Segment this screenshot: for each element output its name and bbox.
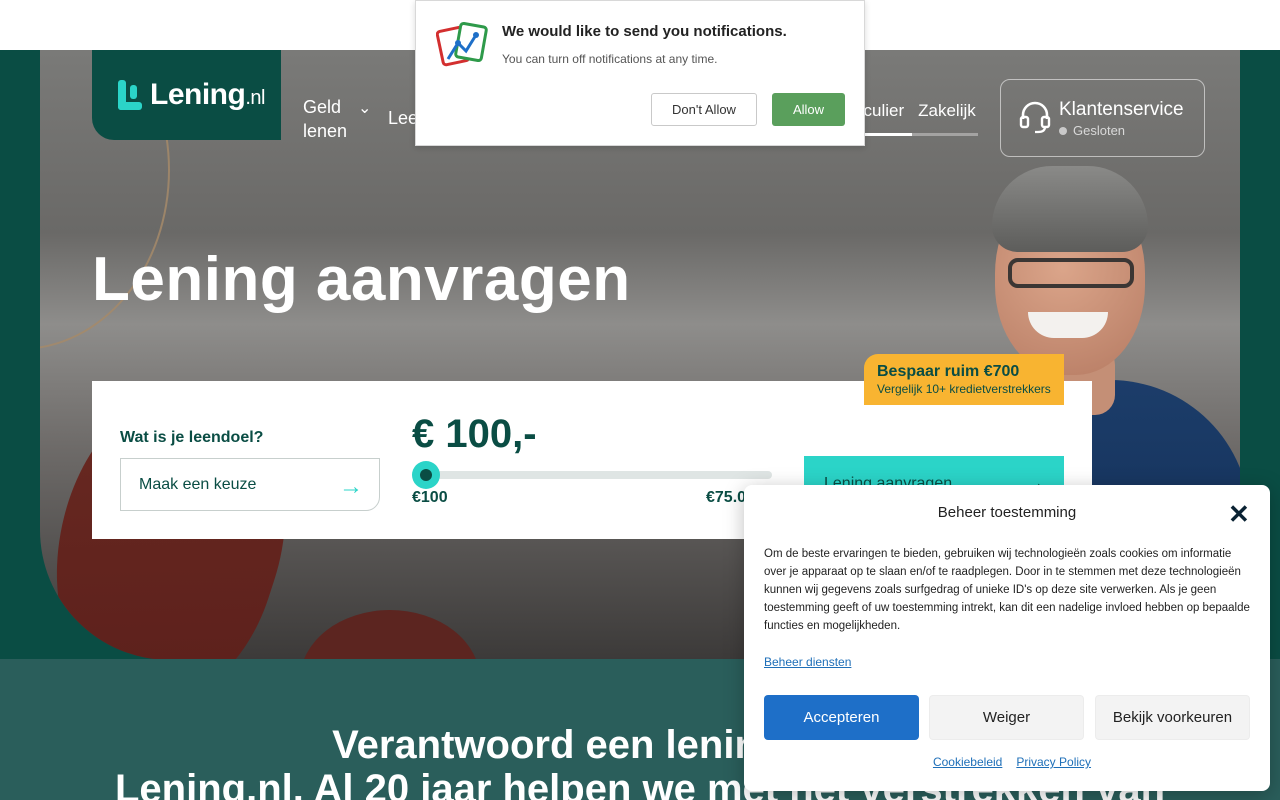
service-status: Gesloten: [1059, 123, 1125, 138]
segment-switch: ticulier Zakelijk: [855, 101, 976, 121]
page-title: Lening aanvragen: [92, 245, 631, 314]
customer-service-button[interactable]: Klantenservice Gesloten: [1000, 79, 1205, 157]
logo-text: Lening.nl: [150, 78, 265, 111]
cookie-policy-link[interactable]: Cookiebeleid: [933, 755, 1002, 769]
amount-display: € 100,-: [412, 412, 537, 456]
cookie-consent-dialog: Beheer toestemming ✕ Om de beste ervarin…: [744, 485, 1270, 791]
dont-allow-button[interactable]: Don't Allow: [651, 93, 757, 126]
logo-icon: [118, 80, 144, 110]
headset-icon: [1019, 101, 1051, 134]
deny-button[interactable]: Weiger: [929, 695, 1084, 740]
close-icon[interactable]: ✕: [1228, 499, 1250, 530]
amount-slider-track[interactable]: [412, 471, 772, 479]
chevron-down-icon[interactable]: ⌄: [358, 98, 371, 118]
amount-slider-handle[interactable]: [412, 461, 440, 489]
segment-zakelijk[interactable]: Zakelijk: [918, 101, 976, 121]
goal-select[interactable]: Maak een keuze →: [120, 458, 380, 511]
accept-button[interactable]: Accepteren: [764, 695, 919, 740]
nav-geld-lenen[interactable]: Geld lenen: [303, 95, 355, 143]
arrow-right-icon: →: [339, 473, 363, 500]
notification-title: We would like to send you notifications.: [502, 23, 787, 40]
status-dot-icon: [1059, 126, 1067, 135]
cookie-body: Om de beste ervaringen te bieden, gebrui…: [764, 548, 1250, 632]
notification-app-icon: [436, 21, 488, 67]
decorative-ball-secondary: [300, 610, 480, 660]
manage-services-link[interactable]: Beheer diensten: [764, 655, 851, 669]
cookie-footer-links: Cookiebeleid Privacy Policy: [744, 755, 1270, 769]
cookie-title: Beheer toestemming: [937, 504, 1077, 521]
savings-badge: Bespaar ruim €700 Vergelijk 10+ kredietv…: [864, 354, 1064, 405]
privacy-policy-link[interactable]: Privacy Policy: [1016, 755, 1091, 769]
service-title: Klantenservice: [1059, 99, 1184, 120]
notification-prompt: We would like to send you notifications.…: [415, 0, 865, 146]
goal-label: Wat is je leendoel?: [120, 429, 264, 446]
preferences-button[interactable]: Bekijk voorkeuren: [1095, 695, 1250, 740]
notification-subtitle: You can turn off notifications at any ti…: [502, 52, 718, 66]
slider-max-label: €75.0: [706, 489, 747, 506]
slider-min-label: €100: [412, 489, 448, 506]
nav-item-partial[interactable]: Lee: [388, 108, 418, 129]
allow-button[interactable]: Allow: [772, 93, 845, 126]
site-logo[interactable]: Lening.nl: [92, 50, 281, 140]
segment-indicator: [855, 133, 978, 136]
